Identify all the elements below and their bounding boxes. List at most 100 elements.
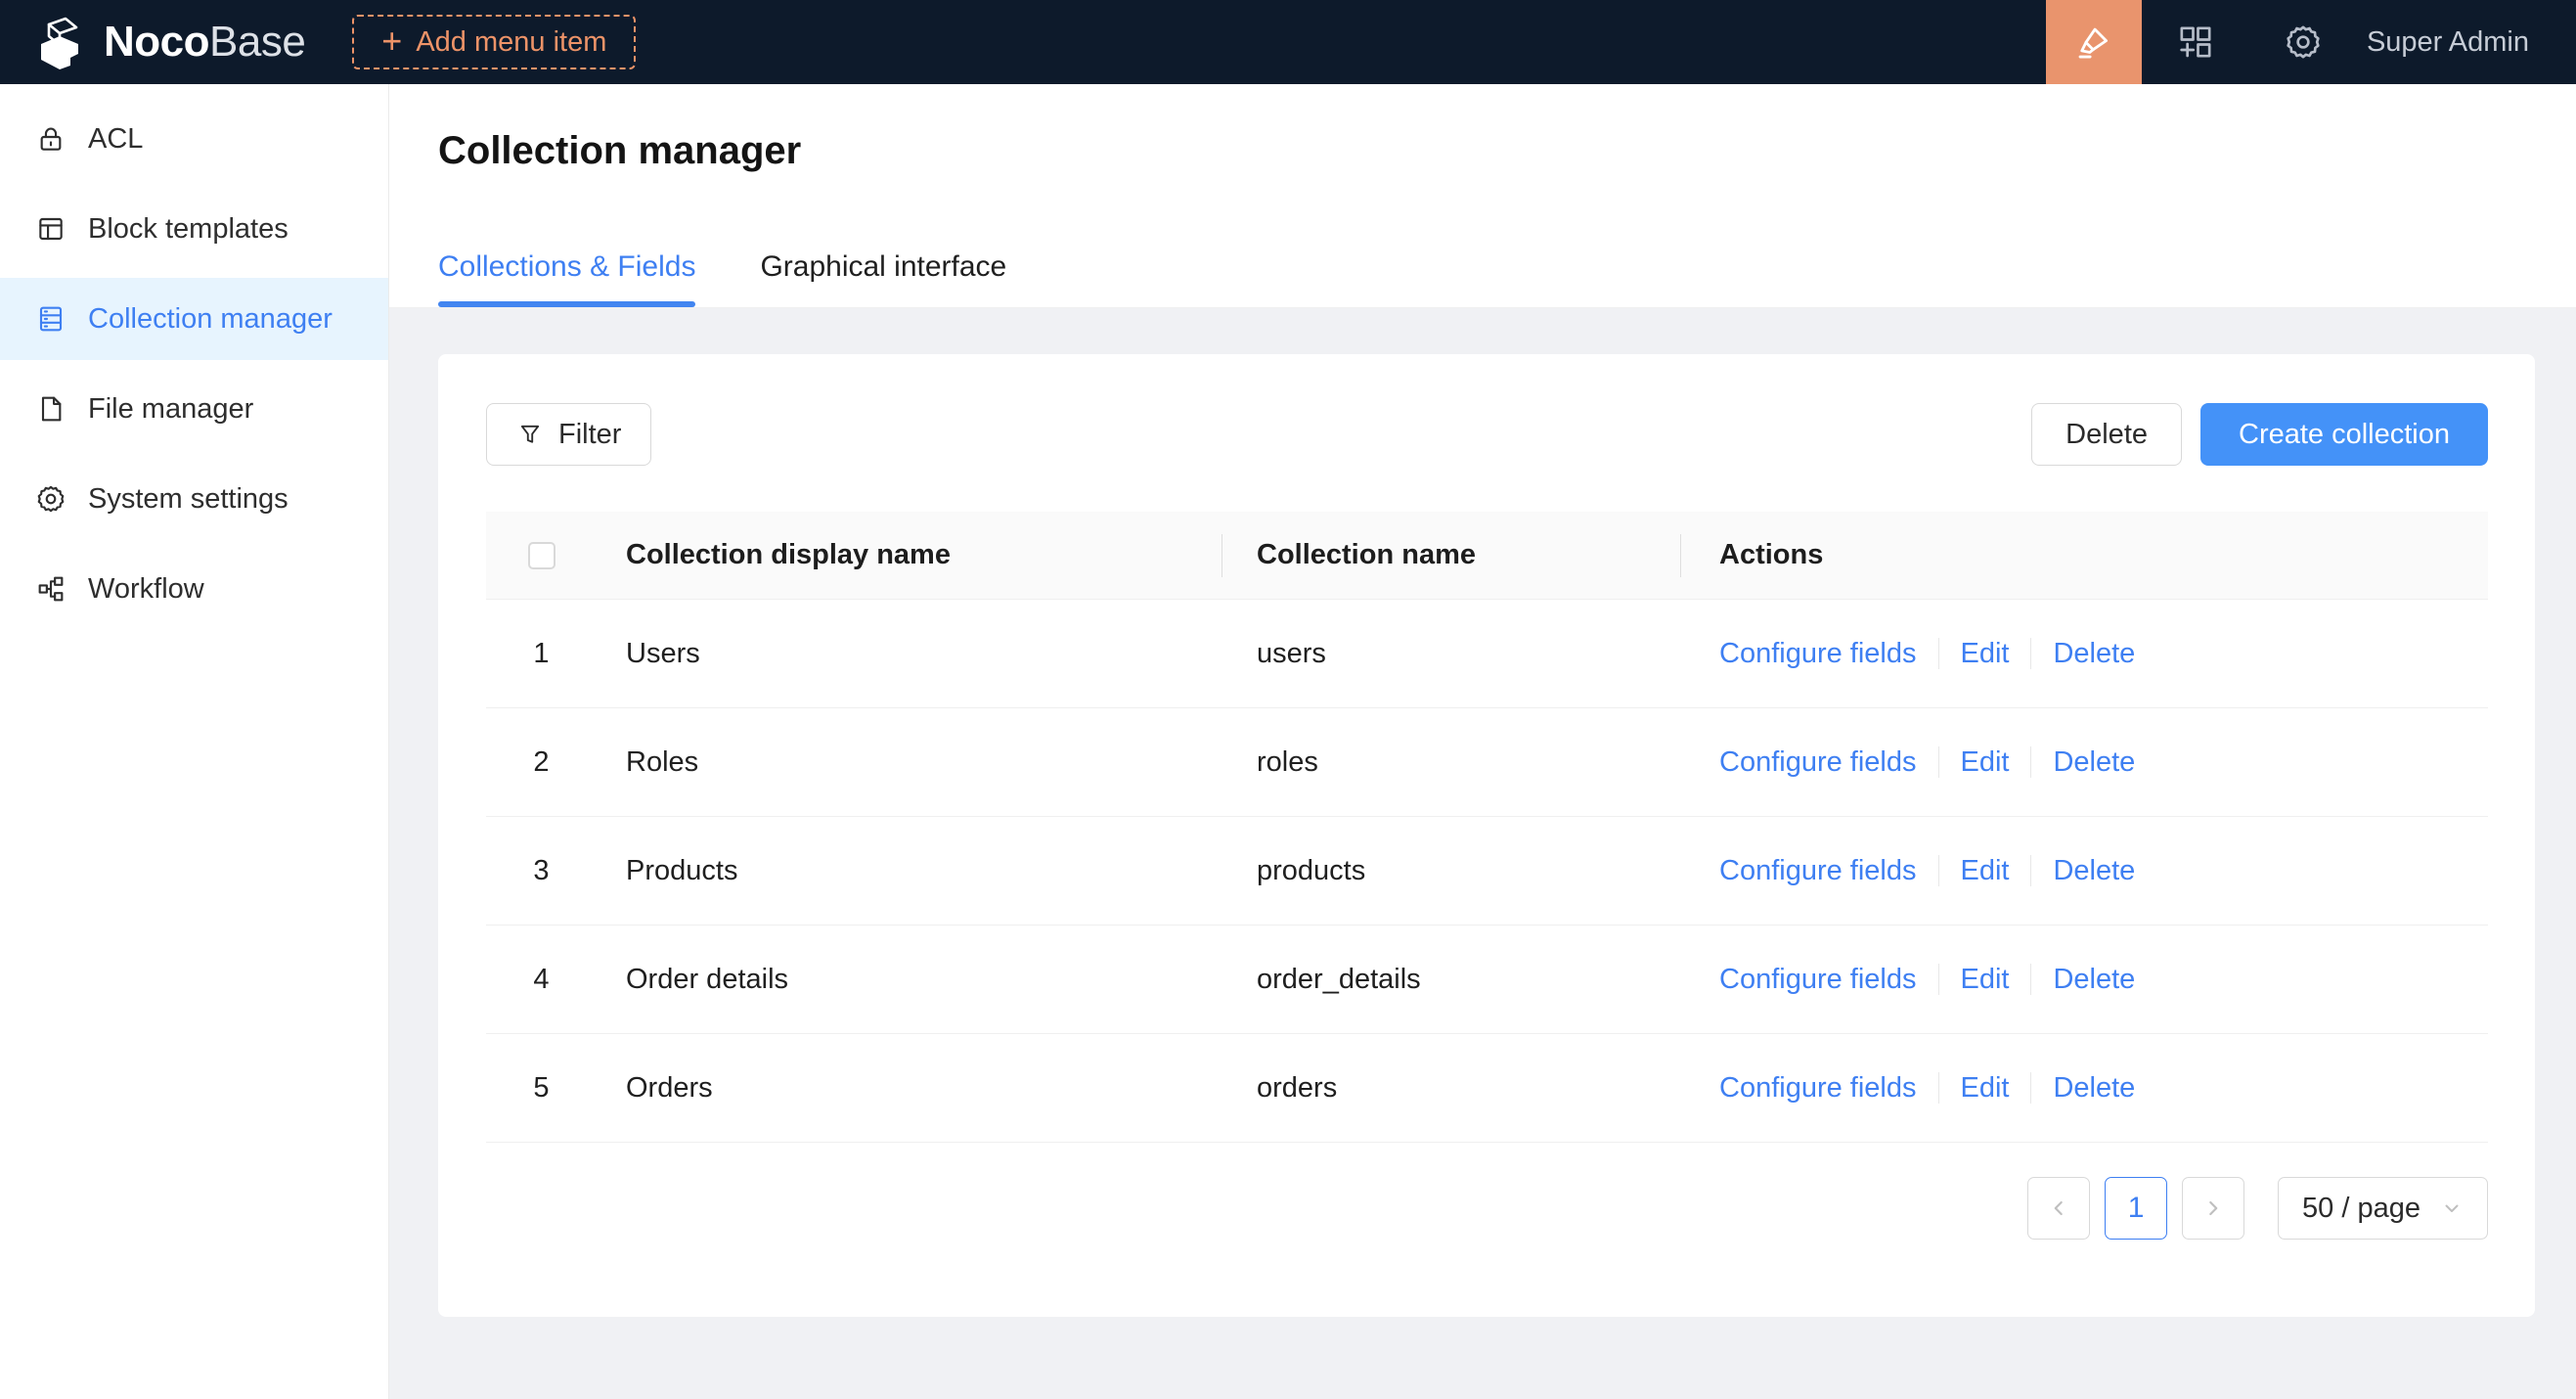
sidebar-item-label: File manager	[88, 393, 253, 426]
tab-graphical-interface[interactable]: Graphical interface	[760, 250, 1006, 307]
active-tab-indicator	[438, 301, 695, 307]
page-size-select[interactable]: 50 / page	[2278, 1177, 2488, 1240]
configure-fields-link[interactable]: Configure fields	[1719, 1072, 1917, 1105]
delete-button[interactable]: Delete	[2031, 403, 2182, 466]
sidebar-item-block-templates[interactable]: Block templates	[0, 188, 388, 270]
row-index-cell: 1	[486, 638, 597, 670]
sidebar-item-collection-manager[interactable]: Collection manager	[0, 278, 388, 360]
actions-cell: Configure fields Edit Delete	[1680, 1072, 2488, 1105]
column-header-collection-name: Collection name	[1221, 539, 1680, 571]
delete-link[interactable]: Delete	[2053, 964, 2135, 996]
page-title: Collection manager	[438, 129, 801, 173]
sidebar-item-system-settings[interactable]: System settings	[0, 458, 388, 540]
plugin-manager-button[interactable]	[2142, 0, 2249, 84]
actions-cell: Configure fields Edit Delete	[1680, 964, 2488, 996]
tab-collections-fields[interactable]: Collections & Fields	[438, 250, 695, 307]
workflow-icon	[35, 573, 67, 605]
actions-cell: Configure fields Edit Delete	[1680, 746, 2488, 779]
delete-link[interactable]: Delete	[2053, 746, 2135, 779]
sidebar-item-label: ACL	[88, 123, 143, 156]
action-divider	[2030, 746, 2031, 778]
collection-name-cell: products	[1221, 855, 1680, 887]
select-all-checkbox[interactable]	[528, 542, 555, 569]
sidebar-item-label: System settings	[88, 483, 289, 516]
settings-button[interactable]	[2249, 0, 2357, 84]
configure-fields-link[interactable]: Configure fields	[1719, 855, 1917, 887]
chevron-down-icon	[2440, 1196, 2464, 1220]
display-name-cell: Roles	[597, 746, 1221, 779]
action-divider	[1938, 855, 1939, 886]
row-index-cell: 4	[486, 964, 597, 996]
configure-fields-link[interactable]: Configure fields	[1719, 638, 1917, 670]
pagination: 1 50 / page	[2027, 1177, 2488, 1240]
sidebar-item-label: Collection manager	[88, 303, 333, 336]
gear-icon	[35, 483, 67, 515]
action-divider	[2030, 1072, 2031, 1104]
table-header-row: Collection display name Collection name …	[486, 512, 2488, 600]
next-page-button[interactable]	[2182, 1177, 2244, 1240]
sidebar-nav: ACL Block templates Collection manager	[0, 84, 389, 1399]
delete-link[interactable]: Delete	[2053, 638, 2135, 670]
column-header-display-name: Collection display name	[597, 539, 1221, 571]
column-header-actions: Actions	[1680, 539, 2488, 571]
chevron-right-icon	[2200, 1196, 2226, 1221]
sidebar-item-label: Block templates	[88, 213, 289, 246]
display-name-cell: Users	[597, 638, 1221, 670]
sidebar-item-acl[interactable]: ACL	[0, 98, 388, 180]
chevron-left-icon	[2046, 1196, 2071, 1221]
page-number-button[interactable]: 1	[2105, 1177, 2167, 1240]
display-name-cell: Products	[597, 855, 1221, 887]
add-menu-item-button[interactable]: + Add menu item	[352, 15, 636, 69]
configure-fields-link[interactable]: Configure fields	[1719, 964, 1917, 996]
edit-link[interactable]: Edit	[1961, 746, 2010, 779]
nocobase-logo-icon	[33, 15, 88, 69]
create-collection-button[interactable]: Create collection	[2200, 403, 2488, 466]
table-toolbar: Filter Delete Create collection	[486, 403, 2488, 466]
page-size-value: 50 / page	[2302, 1193, 2421, 1225]
gear-icon	[2284, 23, 2323, 62]
filter-button[interactable]: Filter	[486, 403, 651, 466]
action-divider	[2030, 855, 2031, 886]
collection-name-cell: roles	[1221, 746, 1680, 779]
delete-link[interactable]: Delete	[2053, 855, 2135, 887]
row-index: 1	[486, 638, 597, 670]
edit-link[interactable]: Edit	[1961, 964, 2010, 996]
brand-text: NocoBase	[104, 18, 305, 67]
row-index-cell: 2	[486, 746, 597, 779]
actions-cell: Configure fields Edit Delete	[1680, 638, 2488, 670]
edit-link[interactable]: Edit	[1961, 855, 2010, 887]
action-divider	[2030, 964, 2031, 995]
highlighter-icon	[2073, 22, 2114, 63]
plugin-grid-icon	[2176, 23, 2215, 62]
collections-table: Collection display name Collection name …	[486, 512, 2488, 1143]
filter-icon	[516, 421, 544, 448]
create-collection-label: Create collection	[2239, 419, 2450, 451]
row-index: 3	[486, 855, 597, 887]
row-index-cell: 3	[486, 855, 597, 887]
action-divider	[1938, 964, 1939, 995]
brand-bold: Noco	[104, 18, 209, 66]
row-index: 4	[486, 964, 597, 996]
sidebar-item-workflow[interactable]: Workflow	[0, 548, 388, 630]
table-row: 4 Order details order_details Configure …	[486, 925, 2488, 1034]
user-menu[interactable]: Super Admin	[2367, 26, 2529, 59]
edit-link[interactable]: Edit	[1961, 1072, 2010, 1105]
display-name-cell: Order details	[597, 964, 1221, 996]
row-index: 2	[486, 746, 597, 779]
action-divider	[1938, 746, 1939, 778]
prev-page-button[interactable]	[2027, 1177, 2090, 1240]
database-icon	[35, 303, 67, 335]
nocobase-logo: NocoBase	[0, 15, 305, 69]
lock-icon	[35, 123, 67, 155]
add-menu-item-label: Add menu item	[416, 26, 606, 59]
layout-icon	[35, 213, 67, 245]
edit-link[interactable]: Edit	[1961, 638, 2010, 670]
collection-name-cell: users	[1221, 638, 1680, 670]
select-all-cell	[486, 542, 597, 569]
sidebar-item-file-manager[interactable]: File manager	[0, 368, 388, 450]
file-icon	[35, 393, 67, 425]
table-row: 2 Roles roles Configure fields Edit Dele…	[486, 708, 2488, 817]
configure-fields-link[interactable]: Configure fields	[1719, 746, 1917, 779]
ui-editor-button[interactable]	[2046, 0, 2142, 84]
delete-link[interactable]: Delete	[2053, 1072, 2135, 1105]
